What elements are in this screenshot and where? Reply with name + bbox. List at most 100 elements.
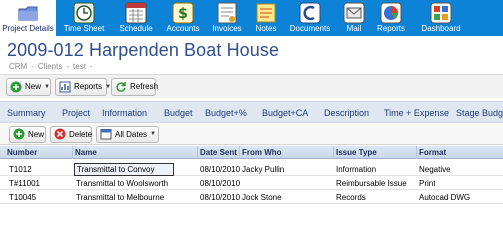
nav-mail[interactable]: Mail (339, 0, 369, 36)
grid-toolbar: New Delete All Dates ▼ (0, 124, 503, 145)
tab-time-expense[interactable]: Time + Expense (384, 107, 449, 119)
cell-date-sent: 08/10/2010 (200, 179, 241, 188)
grid-delete-button[interactable]: Delete (50, 126, 92, 143)
dashboard-icon (430, 2, 452, 24)
plus-icon (13, 128, 25, 140)
nav-label: Documents (289, 24, 331, 33)
refresh-button[interactable]: Refresh (111, 78, 159, 96)
cell-from-who: Jacky Pullin (242, 165, 285, 174)
cell-issue-type: Information (336, 165, 377, 174)
column-header-number[interactable]: Number (5, 146, 73, 159)
tab-description[interactable]: Description (324, 107, 369, 119)
date-filter-dropdown[interactable]: All Dates ▼ (96, 126, 159, 143)
breadcrumb-test[interactable]: test (73, 62, 86, 71)
main-toolbar: New ▼ Reports ▼ Refresh (0, 74, 503, 98)
plus-icon (10, 81, 22, 93)
cell-format: Print (419, 179, 436, 188)
nav-label: Reports (376, 24, 405, 33)
nav-label: Invoices (212, 24, 242, 33)
tab-information[interactable]: Information (102, 107, 147, 119)
mail-icon (343, 2, 365, 24)
cell-issue-type: Reimbursable Issue (336, 179, 407, 188)
cell-name: Transmittal to Woolsworth (76, 179, 169, 188)
calendar-icon (125, 2, 147, 24)
table-row[interactable]: T10045 Transmittal to Melbourne 08/10/20… (0, 191, 503, 204)
column-header-issue-type[interactable]: Issue Type (333, 146, 416, 159)
clock-icon (73, 2, 95, 24)
nav-label: Mail (346, 24, 362, 33)
cell-format: Autocad DWG (419, 193, 471, 202)
new-label: New (25, 82, 42, 91)
breadcrumb-crm[interactable]: CRM (9, 62, 27, 71)
grid-new-button[interactable]: New (9, 126, 46, 143)
svg-text:$: $ (178, 6, 188, 22)
cell-number: T10045 (9, 193, 37, 202)
nav-label: Schedule (119, 24, 153, 33)
reports-label: Reports (74, 82, 103, 91)
report-icon (59, 81, 71, 93)
tab-budget-percent[interactable]: Budget+% (205, 107, 247, 119)
table-row[interactable]: T#11001 Transmittal to Woolsworth 08/10/… (0, 177, 503, 190)
section-tabs: Summary Project Information Budget Budge… (0, 101, 503, 123)
tab-stage-budget[interactable]: Stage Budg (456, 107, 503, 119)
cell-name-selected[interactable]: Transmittal to Convoy (74, 163, 174, 176)
documents-icon (299, 2, 321, 24)
calendar-icon (100, 129, 112, 140)
nav-project-details[interactable]: Project Details (0, 0, 56, 36)
cell-name: Transmittal to Melbourne (76, 193, 165, 202)
column-header-format[interactable]: Format (416, 146, 503, 159)
nav-invoices[interactable]: Invoices (206, 0, 248, 36)
breadcrumb-separator: - (66, 62, 70, 71)
chevron-down-icon: ▼ (150, 131, 156, 137)
nav-accounts[interactable]: $ Accounts (160, 0, 206, 36)
nav-label: Time Sheet (63, 24, 105, 33)
nav-dashboard[interactable]: Dashboard (413, 0, 469, 36)
page-title: 2009-012 Harpenden Boat House (7, 40, 280, 60)
refresh-icon (116, 82, 126, 92)
invoice-icon (217, 2, 237, 24)
cell-format: Negative (419, 165, 451, 174)
reports-dropdown-button[interactable]: Reports ▼ (55, 78, 111, 96)
tab-project[interactable]: Project (62, 107, 90, 119)
grid-new-label: New (28, 130, 45, 139)
dollar-icon: $ (172, 2, 194, 24)
cell-number: T1012 (9, 165, 32, 174)
cell-issue-type: Records (336, 193, 366, 202)
nav-schedule[interactable]: Schedule (112, 0, 160, 36)
chevron-down-icon: ▼ (44, 84, 50, 90)
nav-documents[interactable]: Documents (284, 0, 336, 36)
nav-label: Dashboard (421, 24, 461, 33)
column-header-from-who[interactable]: From Who (239, 146, 333, 159)
cell-from-who (240, 177, 242, 190)
cell-date-sent: 08/10/2010 (200, 193, 241, 202)
cell-number: T#11001 (9, 179, 40, 188)
reports-icon (380, 2, 402, 24)
nav-time-sheet[interactable]: Time Sheet (58, 0, 110, 36)
folder-icon (18, 6, 38, 21)
date-filter-value: All Dates (115, 130, 148, 139)
column-header-name[interactable]: Name (72, 146, 197, 159)
nav-notes[interactable]: Notes (248, 0, 284, 36)
delete-icon (54, 128, 66, 140)
cell-date-sent: 08/10/2010 (200, 165, 241, 174)
grid-delete-label: Delete (69, 130, 93, 139)
nav-reports[interactable]: Reports (369, 0, 413, 36)
nav-label: Project Details (2, 24, 54, 33)
refresh-label: Refresh (130, 82, 159, 91)
nav-label: Accounts (166, 24, 200, 33)
tab-summary[interactable]: Summary (7, 107, 46, 119)
breadcrumb-separator: - (31, 62, 34, 71)
top-nav: Project Details Time Sheet Schedule $ Ac… (0, 0, 503, 36)
breadcrumb-separator: - (89, 62, 93, 71)
tab-budget[interactable]: Budget (164, 107, 193, 119)
cell-from-who: Jock Stone (242, 193, 282, 202)
table-row[interactable]: T1012 Transmittal to Convoy 08/10/2010 J… (0, 163, 503, 176)
grid-header: Number Name Date Sent From Who Issue Typ… (0, 146, 503, 159)
breadcrumb-clients[interactable]: Clients (38, 62, 62, 71)
notes-icon (256, 3, 276, 23)
new-dropdown-button[interactable]: New ▼ (6, 78, 51, 96)
nav-label: Notes (255, 24, 277, 33)
breadcrumb: CRM - Clients - test - (9, 61, 97, 73)
tab-budget-ca[interactable]: Budget+CA (262, 107, 308, 119)
column-header-date-sent[interactable]: Date Sent (197, 146, 239, 159)
